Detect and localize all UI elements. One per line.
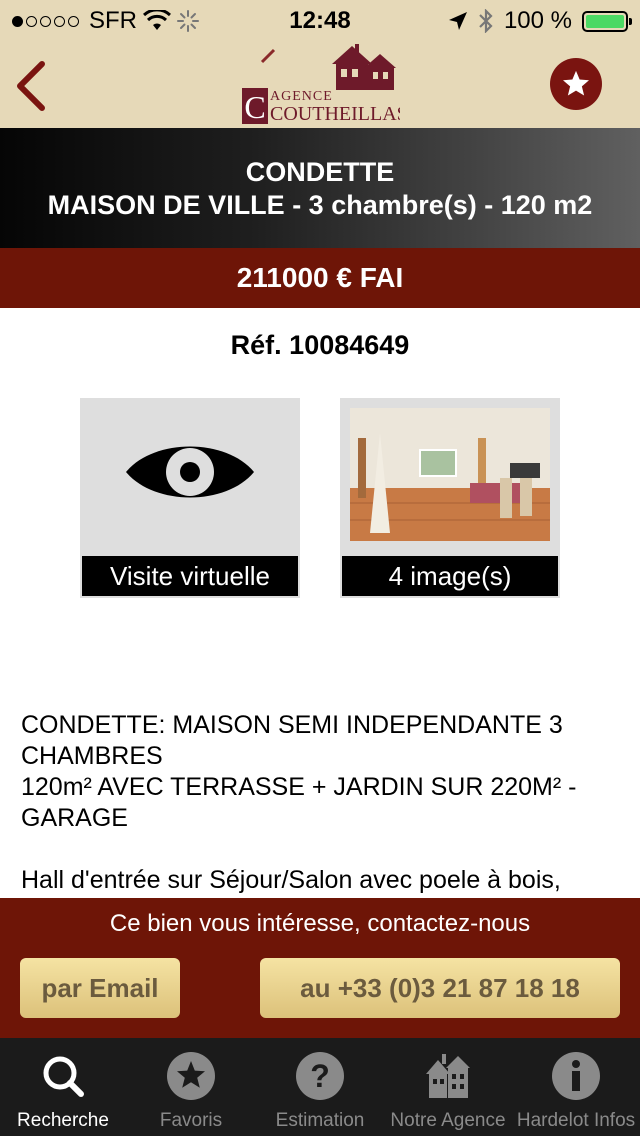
contact-prompt: Ce bien vous intéresse, contactez-nous <box>109 910 531 937</box>
email-contact-button[interactable]: par Email <box>20 958 180 1018</box>
tab-label: Hardelot Infos <box>516 1110 636 1131</box>
tab-label: Notre Agence <box>390 1110 506 1131</box>
location-arrow-icon <box>448 12 467 30</box>
description-line: CONDETTE: MAISON SEMI INDEPENDANTE 3 <box>21 711 563 739</box>
tab-notre-agence[interactable]: Notre Agence <box>384 1038 512 1136</box>
photo-gallery-tile[interactable]: 4 image(s) <box>340 398 560 598</box>
add-favorite-button[interactable] <box>550 58 602 110</box>
logo-line1: AGENCE <box>270 89 333 104</box>
battery-percent: 100 % <box>503 7 572 34</box>
listing-photo-thumbnail <box>350 408 550 541</box>
chevron-left-icon <box>17 61 45 111</box>
search-icon <box>43 1056 84 1097</box>
tab-bar: Recherche Favoris ? Estimation Notre Age… <box>0 1038 640 1136</box>
description-line: GARAGE <box>21 804 128 832</box>
tab-label: Estimation <box>275 1110 365 1131</box>
info-icon <box>552 1052 600 1100</box>
listing-description: CONDETTE: MAISON SEMI INDEPENDANTE 3 CHA… <box>21 710 621 896</box>
question-icon: ? <box>296 1052 344 1100</box>
tab-recherche[interactable]: Recherche <box>0 1038 126 1136</box>
phone-contact-button[interactable]: au +33 (0)3 21 87 18 18 <box>260 958 620 1018</box>
listing-subtitle: MAISON DE VILLE - 3 chambre(s) - 120 m2 <box>47 190 593 220</box>
logo-line2: COUTHEILLAS <box>270 103 400 125</box>
virtual-tour-label: Visite virtuelle <box>82 556 298 596</box>
star-icon <box>167 1052 215 1100</box>
tab-favoris[interactable]: Favoris <box>126 1038 256 1136</box>
star-icon <box>563 70 589 96</box>
listing-title: CONDETTE MAISON DE VILLE - 3 chambre(s) … <box>0 128 640 248</box>
description-line: 120m² AVEC TERRASSE + JARDIN SUR 220M² - <box>21 773 577 801</box>
images-count-label: 4 image(s) <box>342 556 558 596</box>
listing-reference: Réf. 10084649 <box>230 330 410 360</box>
contact-panel: Ce bien vous intéresse, contactez-nous p… <box>0 898 640 1038</box>
agency-logo: C AGENCE COUTHEILLAS <box>240 44 408 126</box>
tab-label: Recherche <box>17 1110 109 1131</box>
eye-icon <box>126 446 254 498</box>
house-icon <box>426 1054 470 1098</box>
battery-icon <box>582 10 632 32</box>
tab-estimation[interactable]: ? Estimation <box>256 1038 384 1136</box>
description-line: Hall d'entrée sur Séjour/Salon avec poel… <box>21 866 561 894</box>
listing-city: CONDETTE <box>245 157 395 187</box>
status-bar: SFR 12:48 100 % <box>0 0 640 40</box>
back-button[interactable] <box>12 58 52 114</box>
svg-text:C: C <box>244 89 265 125</box>
listing-price: 211000 € FAI <box>0 248 640 308</box>
svg-text:?: ? <box>310 1058 330 1094</box>
status-right: 100 % <box>448 7 632 35</box>
description-line: CHAMBRES <box>21 742 163 770</box>
virtual-tour-tile[interactable]: Visite virtuelle <box>80 398 300 598</box>
tab-label: Favoris <box>159 1110 223 1131</box>
bluetooth-icon <box>479 9 493 33</box>
tab-hardelot-infos[interactable]: Hardelot Infos <box>512 1038 640 1136</box>
